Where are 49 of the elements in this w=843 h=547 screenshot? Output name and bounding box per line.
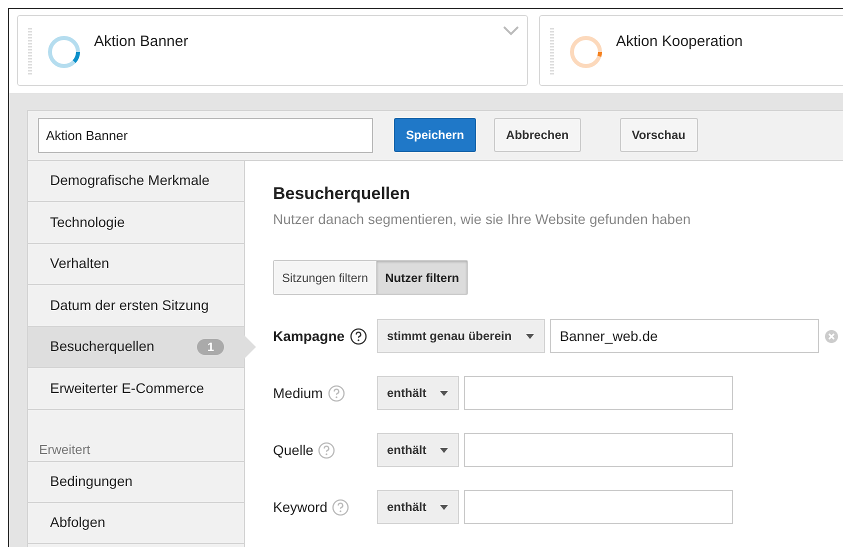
filter-value-field[interactable] bbox=[464, 433, 734, 467]
save-button[interactable]: Speichern bbox=[394, 118, 476, 152]
segment-card[interactable]: Aktion Kooperation bbox=[539, 15, 843, 86]
filter-value-field[interactable] bbox=[464, 376, 734, 410]
segment-name: Aktion Banner bbox=[94, 32, 188, 52]
sidebar-item-label: Demografische Merkmale bbox=[50, 171, 210, 190]
caret-icon bbox=[440, 504, 448, 510]
operator-dropdown[interactable]: stimmt genau überein bbox=[377, 319, 545, 353]
action-button[interactable]: Abbrechen bbox=[494, 118, 581, 152]
caret-icon bbox=[526, 334, 534, 338]
filter-value-field[interactable]: Banner_web.de bbox=[550, 319, 819, 353]
count-badge: 1 bbox=[197, 338, 224, 355]
section-subtitle: Nutzer danach segmentieren, wie sie Ihre Website gefunden haben bbox=[273, 210, 692, 229]
clear-icon bbox=[824, 330, 838, 342]
caret-icon bbox=[440, 448, 448, 452]
drag-handle-icon bbox=[28, 28, 32, 76]
help-icon bbox=[318, 442, 336, 458]
sidebar-item-label: Erweiterter E-Commerce bbox=[50, 378, 206, 398]
sidebar-item-label: Verhalten bbox=[50, 254, 110, 274]
sidebar-item[interactable]: Abfolgen bbox=[28, 502, 244, 544]
sidebar-item-label: Datum der ersten Sitzung bbox=[50, 296, 210, 315]
help-icon bbox=[328, 384, 345, 402]
drag-handle-icon bbox=[550, 28, 554, 76]
operator-dropdown[interactable]: enthält bbox=[377, 376, 460, 410]
section-heading: Erweitert bbox=[38, 440, 92, 458]
filter-tab[interactable]: Nutzer filtern bbox=[376, 261, 468, 294]
sidebar-item-label: Technologie bbox=[50, 212, 126, 232]
sidebar-item-label: Besucherquellen bbox=[50, 337, 156, 356]
sidebar-item[interactable]: Verhalten bbox=[28, 244, 244, 285]
segment-card[interactable]: Aktion Banner bbox=[17, 15, 528, 86]
section-title: Besucherquellen bbox=[273, 182, 411, 204]
sidebar-item-label: Abfolgen bbox=[50, 513, 106, 532]
operator-dropdown[interactable]: enthält bbox=[377, 490, 460, 524]
filter-value-field[interactable] bbox=[464, 490, 734, 524]
filter-tab[interactable]: Sitzungen filtern bbox=[274, 261, 376, 294]
chevron-down-icon bbox=[503, 26, 519, 36]
sidebar-item-label: Bedingungen bbox=[50, 472, 134, 492]
segment-name: Aktion Kooperation bbox=[616, 32, 743, 52]
caret-icon bbox=[440, 390, 448, 396]
filter-label: Medium bbox=[273, 384, 323, 402]
filter-label: Keyword bbox=[273, 498, 328, 517]
sidebar-item[interactable]: Bedingungen bbox=[28, 461, 244, 502]
help-icon bbox=[350, 328, 367, 344]
action-button[interactable]: Vorschau bbox=[620, 118, 698, 152]
help-icon bbox=[332, 498, 350, 516]
segment-name-field[interactable]: Aktion Banner bbox=[38, 118, 373, 153]
filter-label: Kampagne bbox=[273, 326, 345, 346]
operator-dropdown[interactable]: enthält bbox=[377, 433, 460, 467]
filter-label: Quelle bbox=[273, 440, 314, 460]
